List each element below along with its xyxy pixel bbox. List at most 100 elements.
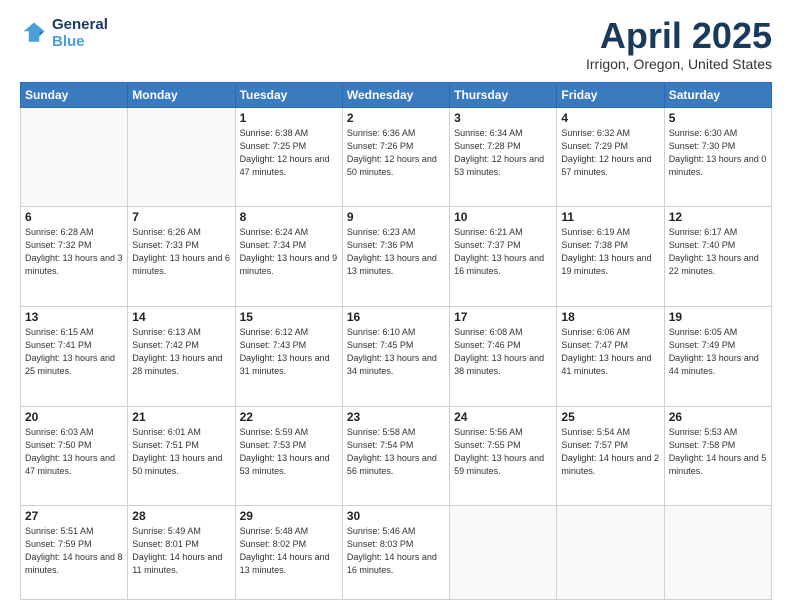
day-number: 6 xyxy=(25,210,123,224)
calendar-cell: 28Sunrise: 5:49 AM Sunset: 8:01 PM Dayli… xyxy=(128,506,235,600)
calendar-cell xyxy=(664,506,771,600)
calendar-cell: 16 Sunrise: 6:10 AM Sunset: 7:45 PM Dayli… xyxy=(342,306,449,406)
day-number: 21 xyxy=(132,410,230,424)
calendar-cell: 18 Sunrise: 6:06 AM Sunset: 7:47 PM Dayli… xyxy=(557,306,664,406)
day-info: Sunrise: 6:05 AM Sunset: 7:49 PM Dayligh… xyxy=(669,326,767,378)
day-number: 27 xyxy=(25,509,123,523)
calendar-cell: 3 Sunrise: 6:34 AM Sunset: 7:28 PM Daylig… xyxy=(450,107,557,207)
day-info: Sunrise: 6:08 AM Sunset: 7:46 PM Dayligh… xyxy=(454,326,552,378)
day-number: 2 xyxy=(347,111,445,125)
day-number: 23 xyxy=(347,410,445,424)
day-number: 4 xyxy=(561,111,659,125)
calendar-week-row: 27 Sunrise: 5:51 AM Sunset: 7:59 PM Dayli… xyxy=(21,506,772,600)
day-number: 7 xyxy=(132,210,230,224)
day-info: Sunrise: 6:10 AM Sunset: 7:45 PM Dayligh… xyxy=(347,326,445,378)
day-number: 3 xyxy=(454,111,552,125)
calendar-cell: 17 Sunrise: 6:08 AM Sunset: 7:46 PM Dayli… xyxy=(450,306,557,406)
logo: General Blue xyxy=(20,16,108,51)
header: General Blue April 2025 Irrigon, Oregon,… xyxy=(20,16,772,72)
day-info: Sunrise: 5:54 AM Sunset: 7:57 PM Dayligh… xyxy=(561,426,659,478)
calendar-week-row: 6 Sunrise: 6:28 AM Sunset: 7:32 PM Daylig… xyxy=(21,207,772,307)
location: Irrigon, Oregon, United States xyxy=(586,56,772,72)
day-number: 18 xyxy=(561,310,659,324)
month-title: April 2025 xyxy=(586,16,772,56)
day-number: 28 xyxy=(132,509,230,523)
logo-text: General Blue xyxy=(52,16,108,51)
calendar-week-row: 13 Sunrise: 6:15 AM Sunset: 7:41 PM Dayli… xyxy=(21,306,772,406)
day-info: Sunrise: 5:53 AM Sunset: 7:58 PM Dayligh… xyxy=(669,426,767,478)
logo-icon xyxy=(20,19,48,47)
day-number: 9 xyxy=(347,210,445,224)
day-info: Sunrise: 5:48 AM Sunset: 8:02 PM Dayligh… xyxy=(240,525,338,577)
weekday-header: Monday xyxy=(128,82,235,107)
day-info: Sunrise: 6:26 AM Sunset: 7:33 PM Dayligh… xyxy=(132,226,230,278)
day-number: 20 xyxy=(25,410,123,424)
calendar-cell: 10 Sunrise: 6:21 AM Sunset: 7:37 PM Dayli… xyxy=(450,207,557,307)
calendar-cell: 14 Sunrise: 6:13 AM Sunset: 7:42 PM Dayli… xyxy=(128,306,235,406)
title-area: April 2025 Irrigon, Oregon, United State… xyxy=(586,16,772,72)
calendar-cell: 13 Sunrise: 6:15 AM Sunset: 7:41 PM Dayli… xyxy=(21,306,128,406)
calendar-cell: 30Sunrise: 5:46 AM Sunset: 8:03 PM Dayli… xyxy=(342,506,449,600)
day-info: Sunrise: 6:30 AM Sunset: 7:30 PM Dayligh… xyxy=(669,127,767,179)
day-number: 22 xyxy=(240,410,338,424)
day-number: 12 xyxy=(669,210,767,224)
day-info: Sunrise: 6:15 AM Sunset: 7:41 PM Dayligh… xyxy=(25,326,123,378)
calendar-cell xyxy=(128,107,235,207)
calendar-cell: 7 Sunrise: 6:26 AM Sunset: 7:33 PM Daylig… xyxy=(128,207,235,307)
calendar-cell: 2 Sunrise: 6:36 AM Sunset: 7:26 PM Daylig… xyxy=(342,107,449,207)
day-info: Sunrise: 6:06 AM Sunset: 7:47 PM Dayligh… xyxy=(561,326,659,378)
calendar-cell: 5 Sunrise: 6:30 AM Sunset: 7:30 PM Daylig… xyxy=(664,107,771,207)
calendar-cell: 1 Sunrise: 6:38 AM Sunset: 7:25 PM Daylig… xyxy=(235,107,342,207)
day-number: 24 xyxy=(454,410,552,424)
day-info: Sunrise: 6:34 AM Sunset: 7:28 PM Dayligh… xyxy=(454,127,552,179)
day-number: 25 xyxy=(561,410,659,424)
day-info: Sunrise: 5:58 AM Sunset: 7:54 PM Dayligh… xyxy=(347,426,445,478)
day-number: 15 xyxy=(240,310,338,324)
calendar-cell: 11Sunrise: 6:19 AM Sunset: 7:38 PM Dayli… xyxy=(557,207,664,307)
calendar-cell: 19 Sunrise: 6:05 AM Sunset: 7:49 PM Dayli… xyxy=(664,306,771,406)
day-number: 5 xyxy=(669,111,767,125)
day-info: Sunrise: 5:51 AM Sunset: 7:59 PM Dayligh… xyxy=(25,525,123,577)
calendar-cell: 20 Sunrise: 6:03 AM Sunset: 7:50 PM Dayli… xyxy=(21,406,128,506)
day-number: 16 xyxy=(347,310,445,324)
day-info: Sunrise: 6:17 AM Sunset: 7:40 PM Dayligh… xyxy=(669,226,767,278)
day-info: Sunrise: 6:28 AM Sunset: 7:32 PM Dayligh… xyxy=(25,226,123,278)
calendar-cell: 21Sunrise: 6:01 AM Sunset: 7:51 PM Dayli… xyxy=(128,406,235,506)
day-number: 19 xyxy=(669,310,767,324)
weekday-header: Saturday xyxy=(664,82,771,107)
day-number: 14 xyxy=(132,310,230,324)
weekday-header-row: SundayMondayTuesdayWednesdayThursdayFrid… xyxy=(21,82,772,107)
calendar-cell xyxy=(450,506,557,600)
weekday-header: Tuesday xyxy=(235,82,342,107)
calendar-week-row: 20 Sunrise: 6:03 AM Sunset: 7:50 PM Dayli… xyxy=(21,406,772,506)
calendar-cell: 23 Sunrise: 5:58 AM Sunset: 7:54 PM Dayli… xyxy=(342,406,449,506)
day-info: Sunrise: 6:13 AM Sunset: 7:42 PM Dayligh… xyxy=(132,326,230,378)
day-number: 29 xyxy=(240,509,338,523)
day-number: 10 xyxy=(454,210,552,224)
page: General Blue April 2025 Irrigon, Oregon,… xyxy=(0,0,792,612)
calendar-cell: 24 Sunrise: 5:56 AM Sunset: 7:55 PM Dayli… xyxy=(450,406,557,506)
weekday-header: Friday xyxy=(557,82,664,107)
day-number: 17 xyxy=(454,310,552,324)
day-info: Sunrise: 6:36 AM Sunset: 7:26 PM Dayligh… xyxy=(347,127,445,179)
day-info: Sunrise: 5:59 AM Sunset: 7:53 PM Dayligh… xyxy=(240,426,338,478)
calendar-table: SundayMondayTuesdayWednesdayThursdayFrid… xyxy=(20,82,772,600)
day-info: Sunrise: 6:38 AM Sunset: 7:25 PM Dayligh… xyxy=(240,127,338,179)
day-info: Sunrise: 5:56 AM Sunset: 7:55 PM Dayligh… xyxy=(454,426,552,478)
weekday-header: Thursday xyxy=(450,82,557,107)
calendar-cell: 26 Sunrise: 5:53 AM Sunset: 7:58 PM Dayli… xyxy=(664,406,771,506)
weekday-header: Wednesday xyxy=(342,82,449,107)
day-number: 8 xyxy=(240,210,338,224)
day-number: 11 xyxy=(561,210,659,224)
calendar-cell: 27 Sunrise: 5:51 AM Sunset: 7:59 PM Dayli… xyxy=(21,506,128,600)
day-number: 13 xyxy=(25,310,123,324)
calendar-cell xyxy=(557,506,664,600)
calendar-cell: 22 Sunrise: 5:59 AM Sunset: 7:53 PM Dayli… xyxy=(235,406,342,506)
day-info: Sunrise: 6:03 AM Sunset: 7:50 PM Dayligh… xyxy=(25,426,123,478)
day-info: Sunrise: 6:12 AM Sunset: 7:43 PM Dayligh… xyxy=(240,326,338,378)
day-info: Sunrise: 6:24 AM Sunset: 7:34 PM Dayligh… xyxy=(240,226,338,278)
day-number: 26 xyxy=(669,410,767,424)
day-number: 1 xyxy=(240,111,338,125)
calendar-cell: 8 Sunrise: 6:24 AM Sunset: 7:34 PM Daylig… xyxy=(235,207,342,307)
day-info: Sunrise: 6:21 AM Sunset: 7:37 PM Dayligh… xyxy=(454,226,552,278)
